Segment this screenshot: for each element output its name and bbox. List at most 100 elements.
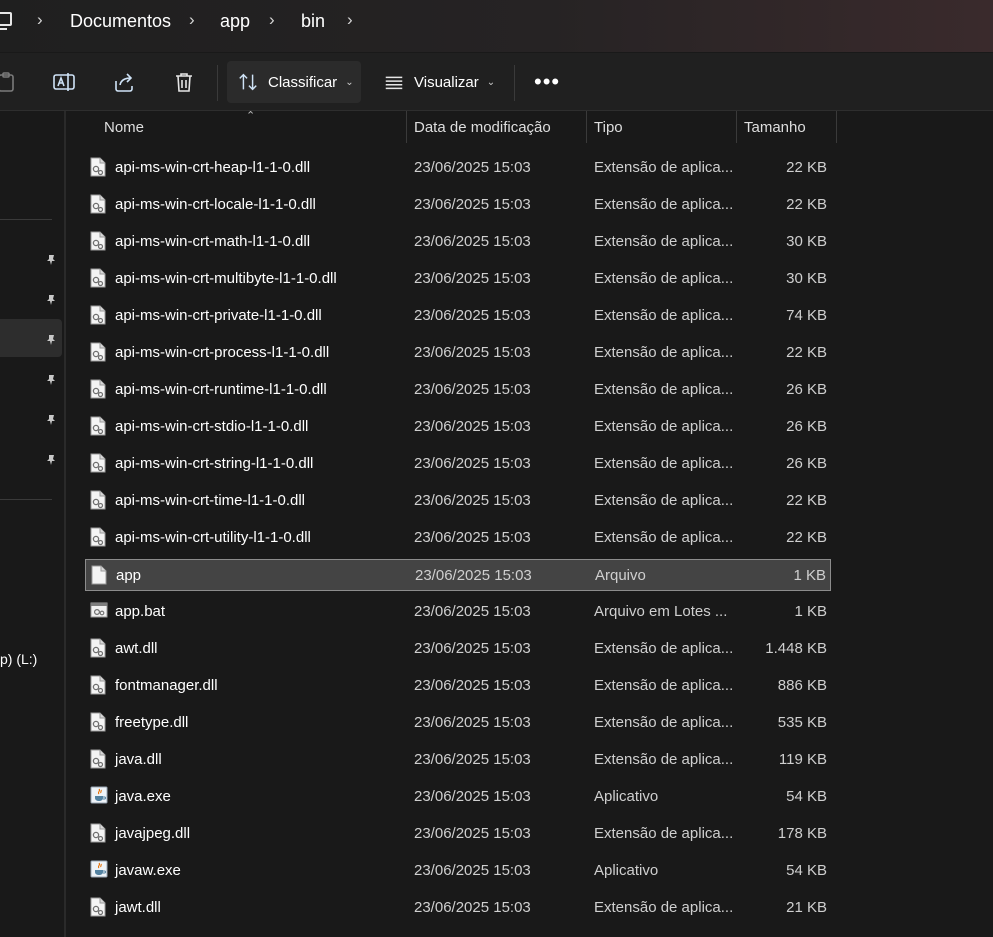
toolbar-divider — [514, 65, 515, 101]
dll-file-icon — [90, 675, 106, 695]
dll-file-icon — [90, 527, 106, 547]
pin-icon[interactable] — [45, 333, 57, 345]
file-row[interactable]: javaw.exe 23/06/2025 15:03 Aplicativo 54 KB — [85, 855, 831, 887]
file-type: Extensão de aplica... — [594, 270, 734, 287]
file-row[interactable]: api-ms-win-crt-time-l1-1-0.dll 23/06/2025… — [85, 485, 831, 517]
column-divider[interactable] — [586, 111, 587, 143]
file-type: Extensão de aplica... — [594, 529, 734, 546]
column-divider[interactable] — [406, 111, 407, 143]
file-modified-date: 23/06/2025 15:03 — [414, 677, 531, 694]
file-name[interactable]: app.bat — [115, 603, 165, 620]
file-type: Aplicativo — [594, 862, 659, 879]
column-header-type[interactable]: Tipo — [594, 119, 623, 136]
file-name[interactable]: api-ms-win-crt-string-l1-1-0.dll — [115, 455, 313, 472]
paste-icon[interactable] — [0, 70, 18, 94]
file-modified-date: 23/06/2025 15:03 — [414, 455, 531, 472]
file-name[interactable]: javajpeg.dll — [115, 825, 190, 842]
file-type: Arquivo em Lotes ... — [594, 603, 728, 620]
file-name[interactable]: api-ms-win-crt-math-l1-1-0.dll — [115, 233, 310, 250]
file-row[interactable]: api-ms-win-crt-stdio-l1-1-0.dll 23/06/202… — [85, 411, 831, 443]
sort-button[interactable]: Classificar ⌄ — [227, 61, 361, 103]
dll-file-icon — [90, 897, 106, 917]
file-row[interactable]: java.exe 23/06/2025 15:03 Aplicativo 54 KB — [85, 781, 831, 813]
file-name[interactable]: api-ms-win-crt-time-l1-1-0.dll — [115, 492, 305, 509]
nav-divider — [0, 499, 52, 500]
more-options-button[interactable]: ••• — [534, 69, 560, 95]
sort-label: Classificar — [268, 73, 338, 91]
file-name[interactable]: api-ms-win-crt-locale-l1-1-0.dll — [115, 196, 316, 213]
delete-icon[interactable] — [172, 70, 196, 94]
share-icon[interactable] — [112, 70, 136, 94]
file-name[interactable]: api-ms-win-crt-stdio-l1-1-0.dll — [115, 418, 308, 435]
file-row[interactable]: api-ms-win-crt-heap-l1-1-0.dll 23/06/2025… — [85, 152, 831, 184]
file-name[interactable]: awt.dll — [115, 640, 158, 657]
chevron-right-icon[interactable]: › — [347, 10, 353, 30]
file-modified-date: 23/06/2025 15:03 — [414, 307, 531, 324]
file-row[interactable]: fontmanager.dll 23/06/2025 15:03 Extensão … — [85, 670, 831, 702]
dll-file-icon — [90, 749, 106, 769]
column-divider[interactable] — [836, 111, 837, 143]
file-list: ⌃ Nome Data de modificação Tipo Tamanho … — [66, 111, 993, 937]
file-row[interactable]: awt.dll 23/06/2025 15:03 Extensão de aplic… — [85, 633, 831, 665]
file-modified-date: 23/06/2025 15:03 — [414, 751, 531, 768]
file-row[interactable]: javajpeg.dll 23/06/2025 15:03 Extensão de … — [85, 818, 831, 850]
breadcrumb-bin[interactable]: bin — [301, 11, 325, 32]
column-header-modified[interactable]: Data de modificação — [414, 119, 551, 136]
file-name[interactable]: api-ms-win-crt-runtime-l1-1-0.dll — [115, 381, 327, 398]
pin-icon[interactable] — [45, 373, 57, 385]
file-type: Extensão de aplica... — [594, 159, 734, 176]
file-row[interactable]: api-ms-win-crt-process-l1-1-0.dll 23/06/2… — [85, 337, 831, 369]
file-type: Arquivo — [595, 567, 646, 584]
file-row[interactable]: api-ms-win-crt-math-l1-1-0.dll 23/06/2025… — [85, 226, 831, 258]
file-type: Aplicativo — [594, 788, 659, 805]
file-type: Extensão de aplica... — [594, 418, 734, 435]
file-name[interactable]: api-ms-win-crt-private-l1-1-0.dll — [115, 307, 322, 324]
rename-icon[interactable] — [52, 70, 76, 94]
file-row[interactable]: java.dll 23/06/2025 15:03 Extensão de apli… — [85, 744, 831, 776]
file-name[interactable]: fontmanager.dll — [115, 677, 218, 694]
address-bar[interactable]: › Documentos › app › bin › — [0, 0, 993, 52]
file-name[interactable]: java.exe — [115, 788, 171, 805]
file-name[interactable]: api-ms-win-crt-process-l1-1-0.dll — [115, 344, 329, 361]
navigation-pane[interactable]: p) (L:) — [0, 111, 66, 937]
file-modified-date: 23/06/2025 15:03 — [414, 344, 531, 361]
file-name[interactable]: api-ms-win-crt-heap-l1-1-0.dll — [115, 159, 310, 176]
file-modified-date: 23/06/2025 15:03 — [414, 529, 531, 546]
breadcrumb-documentos[interactable]: Documentos — [70, 11, 171, 32]
pin-icon[interactable] — [45, 453, 57, 465]
file-name[interactable]: api-ms-win-crt-utility-l1-1-0.dll — [115, 529, 311, 546]
nav-drive-item[interactable]: p) (L:) — [0, 651, 37, 667]
pin-icon[interactable] — [45, 253, 57, 265]
file-row[interactable]: api-ms-win-crt-utility-l1-1-0.dll 23/06/2… — [85, 522, 831, 554]
file-row[interactable]: jawt.dll 23/06/2025 15:03 Extensão de apli… — [85, 892, 831, 924]
file-name[interactable]: freetype.dll — [115, 714, 188, 731]
pin-icon[interactable] — [45, 413, 57, 425]
file-row[interactable]: freetype.dll 23/06/2025 15:03 Extensão de … — [85, 707, 831, 739]
blank-file-icon — [91, 565, 107, 585]
file-name[interactable]: javaw.exe — [115, 862, 181, 879]
column-header-size[interactable]: Tamanho — [744, 119, 806, 136]
file-size: 22 KB — [786, 196, 827, 213]
pin-icon[interactable] — [45, 293, 57, 305]
file-name[interactable]: app — [116, 567, 141, 584]
computer-icon[interactable] — [0, 12, 12, 30]
file-row[interactable]: api-ms-win-crt-runtime-l1-1-0.dll 23/06/2… — [85, 374, 831, 406]
file-row[interactable]: api-ms-win-crt-private-l1-1-0.dll 23/06/2… — [85, 300, 831, 332]
file-row[interactable]: api-ms-win-crt-multibyte-l1-1-0.dll 23/06… — [85, 263, 831, 295]
file-row[interactable]: app.bat 23/06/2025 15:03 Arquivo em Lotes … — [85, 596, 831, 628]
file-name[interactable]: jawt.dll — [115, 899, 161, 916]
column-divider[interactable] — [736, 111, 737, 143]
chevron-right-icon[interactable]: › — [269, 10, 275, 30]
file-row[interactable]: api-ms-win-crt-locale-l1-1-0.dll 23/06/20… — [85, 189, 831, 221]
file-name[interactable]: java.dll — [115, 751, 162, 768]
chevron-right-icon[interactable]: › — [37, 10, 43, 30]
file-name[interactable]: api-ms-win-crt-multibyte-l1-1-0.dll — [115, 270, 337, 287]
view-button[interactable]: Visualizar ⌄ — [383, 61, 503, 103]
java-app-icon — [90, 860, 108, 880]
file-row[interactable]: app 23/06/2025 15:03 Arquivo 1 KB — [85, 559, 831, 591]
chevron-right-icon[interactable]: › — [189, 10, 195, 30]
file-row[interactable]: api-ms-win-crt-string-l1-1-0.dll 23/06/20… — [85, 448, 831, 480]
breadcrumb-app[interactable]: app — [220, 11, 250, 32]
column-header-name[interactable]: Nome — [104, 119, 144, 136]
file-type: Extensão de aplica... — [594, 381, 734, 398]
